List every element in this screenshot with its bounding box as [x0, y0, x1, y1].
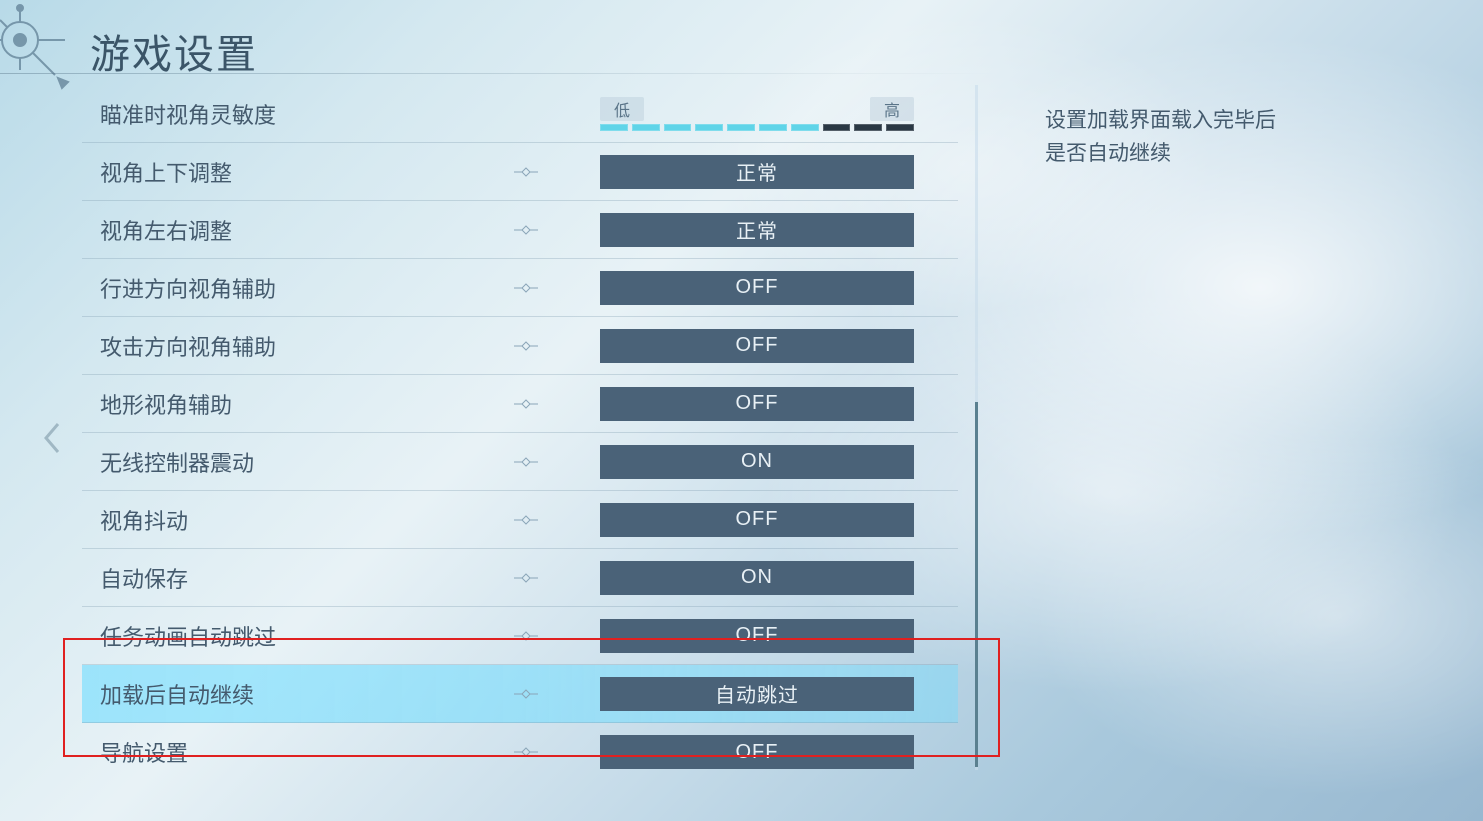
setting-value-button[interactable]: OFF — [600, 271, 914, 305]
diamond-divider-icon — [514, 688, 538, 700]
setting-row-camera-shake[interactable]: 视角抖动 OFF — [82, 491, 958, 549]
scrollbar-thumb[interactable] — [975, 402, 978, 767]
diamond-divider-icon — [514, 630, 538, 642]
setting-label: 地形视角辅助 — [100, 388, 232, 420]
diamond-divider-icon — [514, 398, 538, 410]
settings-header-icon — [0, 0, 80, 100]
setting-row-controller-vibration[interactable]: 无线控制器震动 ON — [82, 433, 958, 491]
setting-label: 加载后自动继续 — [100, 678, 254, 710]
diamond-divider-icon — [514, 166, 538, 178]
setting-label: 攻击方向视角辅助 — [100, 330, 276, 362]
setting-row-terrain-assist[interactable]: 地形视角辅助 OFF — [82, 375, 958, 433]
slider-high-label: 高 — [870, 97, 914, 121]
setting-row-vertical-camera[interactable]: 视角上下调整 正常 — [82, 143, 958, 201]
diamond-divider-icon — [514, 746, 538, 758]
setting-value-button[interactable]: OFF — [600, 735, 914, 769]
setting-value-button[interactable]: OFF — [600, 387, 914, 421]
setting-label: 视角抖动 — [100, 504, 188, 536]
setting-value-button[interactable]: OFF — [600, 329, 914, 363]
diamond-divider-icon — [514, 572, 538, 584]
setting-row-movement-assist[interactable]: 行进方向视角辅助 OFF — [82, 259, 958, 317]
setting-label: 视角左右调整 — [100, 214, 232, 246]
setting-value-button[interactable]: OFF — [600, 619, 914, 653]
setting-label: 任务动画自动跳过 — [100, 620, 276, 652]
sensitivity-slider[interactable]: 低 高 — [600, 97, 914, 131]
diamond-divider-icon — [514, 340, 538, 352]
setting-value-button[interactable]: 正常 — [600, 155, 914, 189]
diamond-divider-icon — [514, 514, 538, 526]
setting-value-button[interactable]: 正常 — [600, 213, 914, 247]
setting-row-horizontal-camera[interactable]: 视角左右调整 正常 — [82, 201, 958, 259]
description-line: 是否自动继续 — [1045, 138, 1405, 171]
setting-row-auto-continue[interactable]: 加载后自动继续 自动跳过 — [82, 665, 958, 723]
diamond-divider-icon — [514, 224, 538, 236]
setting-value-button[interactable]: 自动跳过 — [600, 677, 914, 711]
setting-value-button[interactable]: OFF — [600, 503, 914, 537]
setting-label: 行进方向视角辅助 — [100, 272, 276, 304]
setting-label: 视角上下调整 — [100, 156, 232, 188]
chevron-left-icon[interactable] — [40, 420, 62, 461]
slider-track[interactable] — [600, 124, 914, 131]
diamond-divider-icon — [514, 456, 538, 468]
setting-value-button[interactable]: ON — [600, 561, 914, 595]
setting-row-cutscene-skip[interactable]: 任务动画自动跳过 OFF — [82, 607, 958, 665]
setting-label: 瞄准时视角灵敏度 — [100, 98, 276, 130]
page-title: 游戏设置 — [90, 22, 258, 80]
description-line: 设置加载界面载入完毕后 — [1045, 105, 1405, 138]
setting-label: 无线控制器震动 — [100, 446, 254, 478]
setting-value-button[interactable]: ON — [600, 445, 914, 479]
settings-list: 瞄准时视角灵敏度 低 高 视角上下调整 正常 视角左右调整 正常 行进方向视角辅… — [82, 85, 958, 805]
setting-row-autosave[interactable]: 自动保存 ON — [82, 549, 958, 607]
setting-row-aim-sensitivity[interactable]: 瞄准时视角灵敏度 低 高 — [82, 85, 958, 143]
setting-label: 自动保存 — [100, 562, 188, 594]
diamond-divider-icon — [514, 282, 538, 294]
setting-description: 设置加载界面载入完毕后 是否自动继续 — [1045, 105, 1405, 170]
setting-row-navigation[interactable]: 导航设置 OFF — [82, 723, 958, 781]
setting-row-attack-assist[interactable]: 攻击方向视角辅助 OFF — [82, 317, 958, 375]
setting-label: 导航设置 — [100, 736, 188, 768]
slider-low-label: 低 — [600, 97, 644, 121]
title-underline — [0, 73, 1000, 74]
